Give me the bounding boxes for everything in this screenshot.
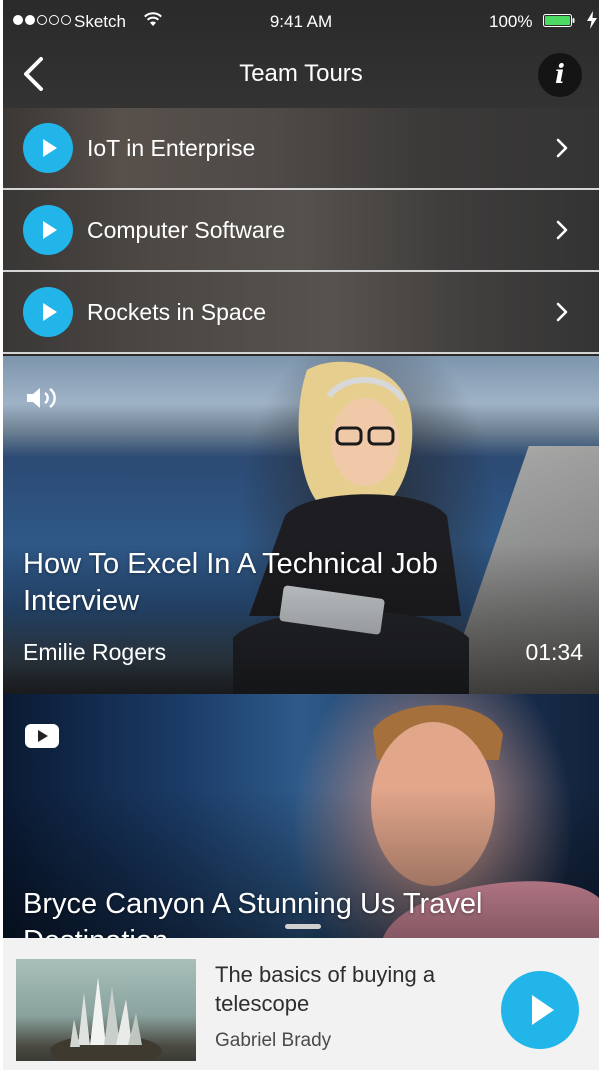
video-title: How To Excel In A Technical Job Intervie… <box>23 548 438 617</box>
tour-row[interactable]: Computer Software <box>3 190 599 270</box>
video-card[interactable]: Bryce Canyon A Stunning Us Travel Destin… <box>3 694 599 938</box>
tour-list: IoT in Enterprise Computer Software Rock… <box>3 108 599 354</box>
tour-label: IoT in Enterprise <box>87 135 256 161</box>
video-title: Bryce Canyon A Stunning Us Travel Destin… <box>23 888 483 938</box>
status-bar: Sketch 9:41 AM 100% <box>3 0 599 40</box>
video-card[interactable]: How To Excel In A Technical Job Intervie… <box>3 356 599 694</box>
youtube-icon <box>25 724 59 748</box>
battery-percentage: 100% <box>489 12 533 31</box>
tour-label: Computer Software <box>87 217 286 243</box>
video-duration: 01:34 <box>525 639 583 665</box>
play-icon <box>532 995 554 1025</box>
charging-icon <box>587 11 597 29</box>
chevron-right-icon <box>556 138 568 158</box>
mini-player: The basics of buying a telescope Gabriel… <box>3 924 599 1070</box>
now-playing-author: Gabriel Brady <box>215 1030 332 1051</box>
chevron-right-icon <box>556 220 568 240</box>
battery-icon <box>543 14 575 27</box>
app-screen: Sketch 9:41 AM 100% Team Tours i IoT in … <box>3 0 599 1070</box>
header: Sketch 9:41 AM 100% Team Tours i <box>3 0 599 108</box>
play-icon <box>23 205 73 255</box>
play-icon <box>23 287 73 337</box>
chevron-right-icon <box>556 302 568 322</box>
info-icon: i <box>555 60 565 90</box>
tour-row[interactable]: IoT in Enterprise <box>3 108 599 188</box>
divider <box>3 352 599 354</box>
tour-row[interactable]: Rockets in Space <box>3 272 599 352</box>
tour-label: Rockets in Space <box>87 299 266 325</box>
page-title: Team Tours <box>239 60 363 87</box>
video-author: Emilie Rogers <box>23 639 167 665</box>
info-button[interactable]: i <box>538 53 582 97</box>
crystal-image <box>50 977 162 1061</box>
play-icon <box>23 123 73 173</box>
speaker-icon <box>27 388 56 408</box>
navigation-bar: Team Tours i <box>3 40 599 108</box>
play-button[interactable] <box>501 971 579 1049</box>
now-playing-thumbnail[interactable] <box>16 959 196 1061</box>
drag-handle[interactable] <box>285 924 321 929</box>
now-playing-title: The basics of buying a telescope <box>215 962 436 1016</box>
